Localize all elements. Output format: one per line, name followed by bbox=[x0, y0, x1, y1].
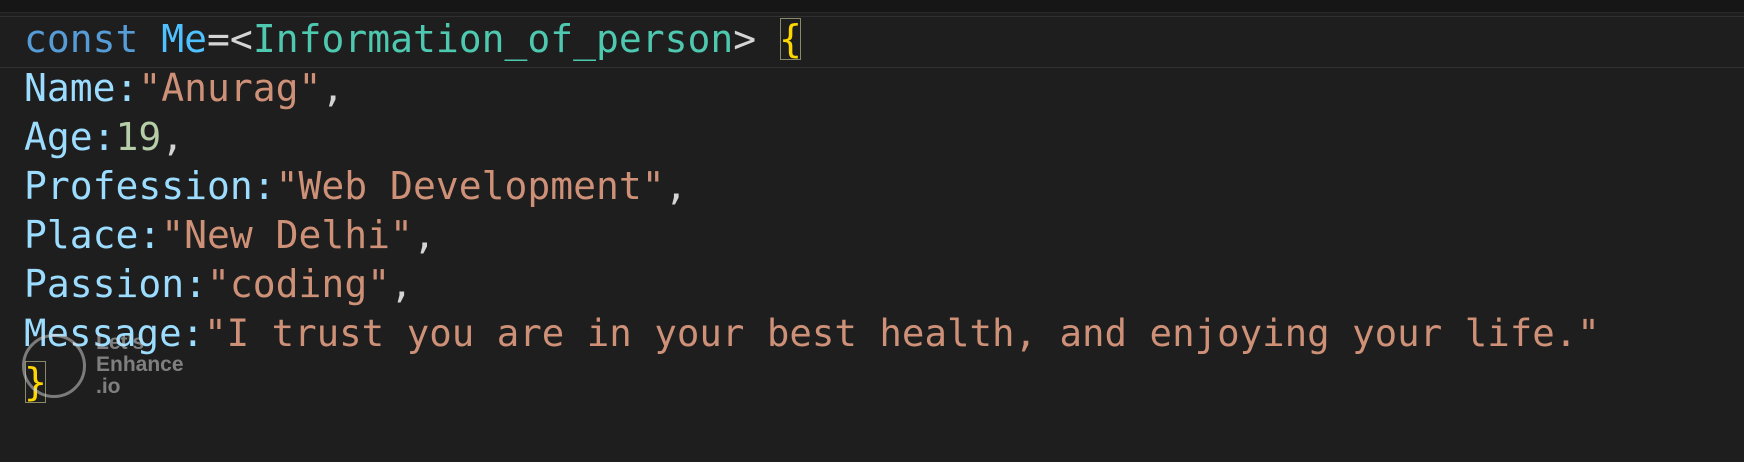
property-key: Name bbox=[24, 66, 116, 110]
watermark-text: Let's Enhance .io bbox=[96, 332, 184, 398]
code-line-7[interactable]: Message:"I trust you are in your best he… bbox=[24, 306, 1600, 360]
property-colon: : bbox=[138, 213, 162, 257]
property-value: "coding" bbox=[207, 262, 391, 306]
comma: , bbox=[412, 213, 436, 257]
code-line-2[interactable]: Name:"Anurag", bbox=[24, 61, 344, 115]
property-colon: : bbox=[184, 262, 208, 306]
property-value: "New Delhi" bbox=[161, 213, 413, 257]
operator-assign-generic-open: =< bbox=[207, 17, 253, 61]
type-name: Information_of_person bbox=[252, 17, 734, 61]
property-colon: : bbox=[92, 115, 116, 159]
comma: , bbox=[664, 164, 688, 208]
code-line-1[interactable]: const Me=<Information_of_person> { bbox=[24, 12, 802, 66]
code-editor[interactable]: const Me=<Information_of_person> { Name:… bbox=[0, 0, 1744, 462]
property-value: "Web Development" bbox=[275, 164, 665, 208]
keyword-const: const bbox=[24, 17, 139, 61]
variable-name: Me bbox=[161, 17, 208, 61]
code-line-5[interactable]: Place:"New Delhi", bbox=[24, 208, 436, 262]
comma: , bbox=[321, 66, 345, 110]
property-key: Profession bbox=[24, 164, 253, 208]
property-value: "Anurag" bbox=[138, 66, 322, 110]
property-key: Passion bbox=[24, 262, 185, 306]
comma: , bbox=[161, 115, 185, 159]
code-line-4[interactable]: Profession:"Web Development", bbox=[24, 159, 688, 213]
open-brace: { bbox=[779, 17, 802, 61]
code-line-3[interactable]: Age:19, bbox=[24, 110, 184, 164]
watermark-logo: Let's Enhance .io bbox=[22, 332, 202, 402]
watermark-line-1: Let's bbox=[96, 331, 145, 354]
code-line-6[interactable]: Passion:"coding", bbox=[24, 257, 413, 311]
property-key: Age bbox=[24, 115, 93, 159]
property-colon: : bbox=[115, 66, 139, 110]
property-value: 19 bbox=[115, 115, 162, 159]
property-key: Place bbox=[24, 213, 139, 257]
watermark-line-3: .io bbox=[96, 375, 121, 398]
property-value: "I trust you are in your best health, an… bbox=[204, 311, 1600, 355]
property-colon: : bbox=[252, 164, 276, 208]
generic-close: > bbox=[733, 17, 757, 61]
watermark-line-2: Enhance bbox=[96, 353, 184, 376]
comma: , bbox=[390, 262, 413, 306]
watermark-circle-icon bbox=[22, 334, 86, 398]
